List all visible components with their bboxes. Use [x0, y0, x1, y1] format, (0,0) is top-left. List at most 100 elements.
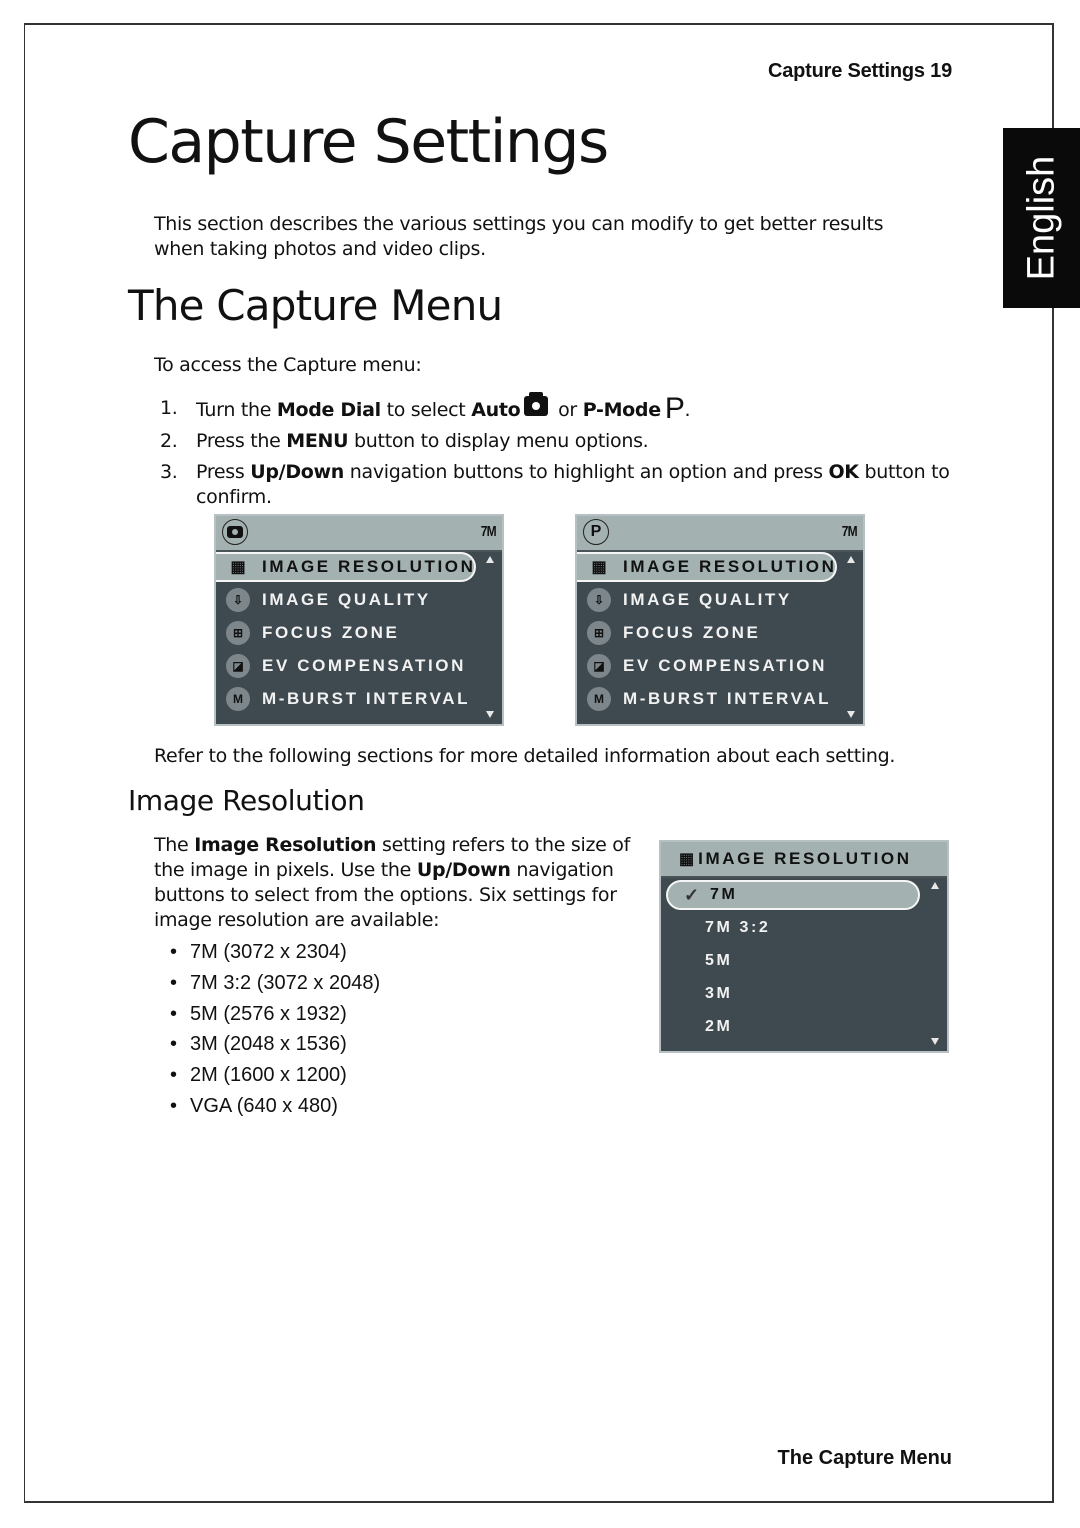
grid-icon: ▦	[591, 559, 607, 576]
step-number: 3.	[160, 461, 178, 483]
menu-item-label: EV COMPENSATION	[262, 656, 466, 675]
step-bold: Mode Dial	[276, 399, 381, 421]
image-resolution-description: The Image Resolution setting refers to t…	[154, 833, 646, 933]
scroll-down-arrow-icon	[931, 1038, 939, 1045]
size-badge: 7M	[480, 523, 497, 540]
scroll-down-arrow-icon	[486, 711, 494, 718]
lcd-title-text: IMAGE RESOLUTION	[698, 849, 912, 868]
step-3: 3. Press Up/Down navigation buttons to h…	[160, 460, 986, 510]
menu-item-label: IMAGE RESOLUTION	[623, 557, 837, 576]
quality-icon: ⇩	[587, 588, 611, 612]
step-number: 2.	[160, 430, 178, 452]
lcd-title: ▦ IMAGE RESOLUTION	[679, 849, 912, 869]
capture-menu-screen-p-mode: P 7M ▦ IMAGE RESOLUTION ⇩ IMAGE QUALITY …	[575, 514, 865, 726]
section-heading-image-resolution: Image Resolution	[128, 784, 365, 817]
menu-item-image-quality[interactable]: ⇩ IMAGE QUALITY	[577, 585, 792, 615]
burst-icon: M	[587, 687, 611, 711]
menu-item-label: IMAGE RESOLUTION	[262, 557, 476, 576]
language-tab: English	[1003, 128, 1080, 308]
scroll-up-arrow-icon	[847, 556, 855, 563]
step-1: 1. Turn the Mode Dial to select Auto or …	[160, 392, 986, 424]
capture-menu-screen-auto: 7M ▦ IMAGE RESOLUTION ⇩ IMAGE QUALITY ⊞ …	[214, 514, 504, 726]
check-icon: ✓	[684, 884, 700, 905]
resolution-option: 7M (3072 x 2304)	[170, 940, 380, 971]
menu-item-label: FOCUS ZONE	[623, 623, 761, 642]
menu-item-label: FOCUS ZONE	[262, 623, 400, 642]
step-text: Turn the	[196, 399, 277, 421]
resolution-item-label: 7M 3:2	[705, 919, 771, 936]
steps-list: 1. Turn the Mode Dial to select Auto or …	[160, 392, 986, 516]
step-text: button to display menu options.	[348, 430, 649, 452]
step-text: to select	[380, 399, 472, 421]
resolution-options-list: 7M (3072 x 2304) 7M 3:2 (3072 x 2048) 5M…	[170, 940, 380, 1125]
step-bold: MENU	[286, 430, 349, 452]
menu-item-ev-compensation[interactable]: ◪ EV COMPENSATION	[216, 651, 466, 681]
step-bold: OK	[828, 461, 859, 483]
menu-item-label: IMAGE QUALITY	[623, 590, 792, 609]
menu-item-m-burst-interval[interactable]: M M-BURST INTERVAL	[216, 684, 470, 714]
desc-bold: Image Resolution	[194, 834, 377, 856]
intro-paragraph: This section describes the various setti…	[154, 213, 884, 260]
camera-icon	[222, 519, 248, 545]
menu-item-m-burst-interval[interactable]: M M-BURST INTERVAL	[577, 684, 831, 714]
p-mode-icon: P	[664, 392, 685, 425]
resolution-item-7m-3-2[interactable]: 7M 3:2	[705, 913, 770, 943]
resolution-item-2m[interactable]: 2M	[705, 1012, 732, 1042]
desc-bold: Up/Down	[416, 859, 511, 881]
menu-item-label: EV COMPENSATION	[623, 656, 827, 675]
section-heading-capture-menu: The Capture Menu	[128, 281, 503, 330]
lcd-header: 7M	[216, 516, 502, 552]
desc-text: The	[154, 834, 195, 856]
resolution-item-7m[interactable]: ✓ 7M	[666, 880, 920, 910]
step-text: navigation buttons to highlight an optio…	[344, 461, 829, 483]
step-bold: Auto	[471, 399, 521, 421]
resolution-item-label: 7M	[710, 886, 738, 903]
menu-item-image-resolution[interactable]: ▦ IMAGE RESOLUTION	[216, 552, 476, 582]
ev-icon: ◪	[226, 654, 250, 678]
lcd-header: P 7M	[577, 516, 863, 552]
scroll-up-arrow-icon	[931, 882, 939, 889]
resolution-option: 3M (2048 x 1536)	[170, 1032, 380, 1063]
resolution-option: 7M 3:2 (3072 x 2048)	[170, 971, 380, 1002]
refer-text: Refer to the following sections for more…	[154, 745, 896, 767]
step-bold: P-Mode	[582, 399, 661, 421]
resolution-option: 2M (1600 x 1200)	[170, 1063, 380, 1094]
resolution-item-label: 5M	[705, 952, 733, 969]
lcd-header: ▦ IMAGE RESOLUTION	[661, 842, 947, 878]
running-head: Capture Settings 19	[767, 60, 952, 82]
menu-item-label: IMAGE QUALITY	[262, 590, 431, 609]
step-text: .	[684, 399, 691, 421]
resolution-item-5m[interactable]: 5M	[705, 946, 732, 976]
running-foot: The Capture Menu	[777, 1447, 952, 1469]
menu-item-ev-compensation[interactable]: ◪ EV COMPENSATION	[577, 651, 827, 681]
focus-icon: ⊞	[226, 621, 250, 645]
resolution-option: VGA (640 x 480)	[170, 1094, 380, 1125]
scroll-up-arrow-icon	[486, 556, 494, 563]
step-text: Press	[196, 461, 251, 483]
page-title: Capture Settings	[128, 107, 609, 177]
step-bold: Up/Down	[250, 461, 345, 483]
access-text: To access the Capture menu:	[154, 354, 422, 376]
menu-item-image-resolution[interactable]: ▦ IMAGE RESOLUTION	[577, 552, 837, 582]
grid-icon: ▦	[230, 559, 246, 576]
menu-item-image-quality[interactable]: ⇩ IMAGE QUALITY	[216, 585, 431, 615]
language-tab-label: English	[1020, 155, 1062, 281]
menu-item-focus-zone[interactable]: ⊞ FOCUS ZONE	[577, 618, 760, 648]
ev-icon: ◪	[587, 654, 611, 678]
quality-icon: ⇩	[226, 588, 250, 612]
focus-icon: ⊞	[587, 621, 611, 645]
menu-item-label: M-BURST INTERVAL	[623, 689, 832, 708]
step-2: 2. Press the MENU button to display menu…	[160, 429, 986, 454]
p-mode-icon: P	[583, 519, 609, 545]
step-text: or	[552, 399, 583, 421]
grid-icon: ▦	[679, 851, 695, 868]
burst-icon: M	[226, 687, 250, 711]
menu-item-focus-zone[interactable]: ⊞ FOCUS ZONE	[216, 618, 399, 648]
step-text: Press the	[196, 430, 287, 452]
resolution-item-label: 2M	[705, 1018, 733, 1035]
step-number: 1.	[160, 397, 178, 419]
size-badge: 7M	[841, 523, 858, 540]
menu-item-label: M-BURST INTERVAL	[262, 689, 471, 708]
resolution-item-3m[interactable]: 3M	[705, 979, 732, 1009]
resolution-item-label: 3M	[705, 985, 733, 1002]
